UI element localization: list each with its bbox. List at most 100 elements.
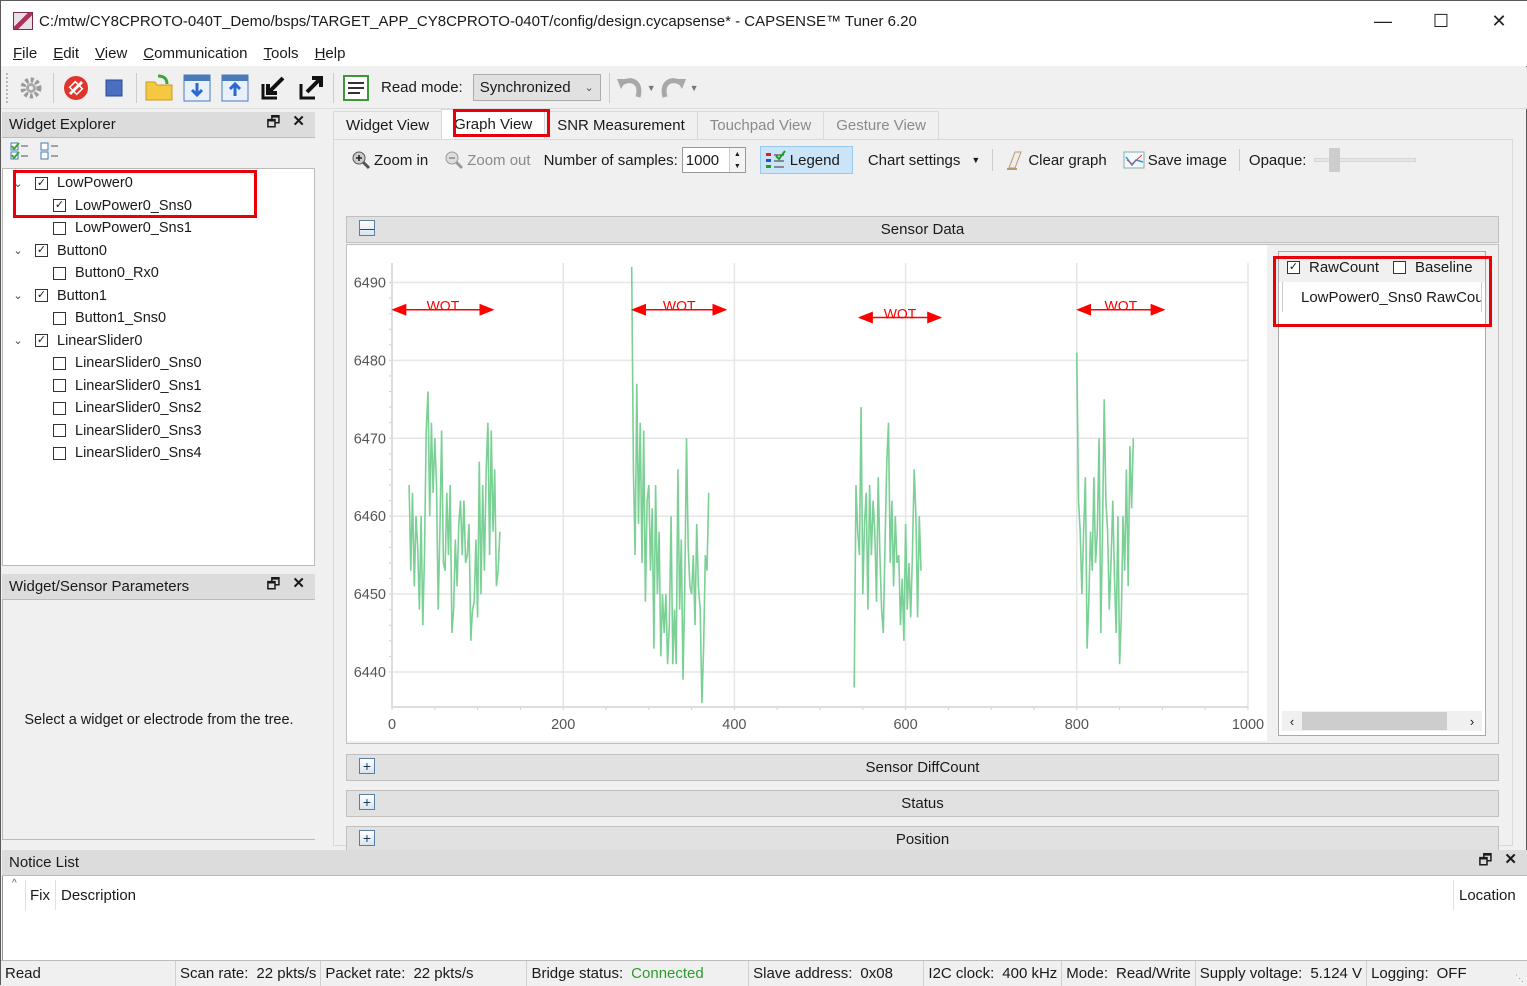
- close-icon[interactable]: ✕: [292, 574, 305, 599]
- menu-help[interactable]: Help: [307, 45, 354, 62]
- write-icon[interactable]: [218, 71, 252, 105]
- maximize-button[interactable]: ☐: [1412, 1, 1470, 41]
- float-icon[interactable]: 🗗: [1478, 850, 1492, 875]
- tree-item[interactable]: ⌄ ✓ LinearSlider0: [3, 330, 314, 353]
- samples-value[interactable]: 1000: [683, 148, 729, 172]
- expand-chevron-icon[interactable]: ⌄: [9, 334, 27, 347]
- tree-checkbox[interactable]: [53, 446, 66, 460]
- read-icon[interactable]: [180, 71, 214, 105]
- status-header[interactable]: + Status: [346, 790, 1499, 817]
- tab-touchpad-view[interactable]: Touchpad View: [696, 111, 825, 139]
- tree-checkbox[interactable]: ✓: [35, 244, 48, 258]
- stop-icon[interactable]: [97, 71, 131, 105]
- open-folder-icon[interactable]: [142, 71, 176, 105]
- tree-checkbox[interactable]: [53, 379, 66, 393]
- resize-grip-icon[interactable]: ⋱: [1515, 973, 1524, 984]
- position-header[interactable]: + Position: [346, 826, 1499, 853]
- tab-gesture-view[interactable]: Gesture View: [823, 111, 939, 139]
- expand-chevron-icon[interactable]: ⌄: [9, 244, 27, 257]
- legend-toggle-button[interactable]: Legend: [759, 146, 853, 174]
- tab-widget-view[interactable]: Widget View: [333, 111, 443, 139]
- tree-item[interactable]: LinearSlider0_Sns3: [3, 420, 314, 443]
- scroll-left-icon[interactable]: ‹: [1282, 714, 1302, 729]
- tree-checkbox[interactable]: [53, 221, 66, 235]
- toolbar-grip[interactable]: [6, 72, 12, 103]
- expand-icon[interactable]: +: [359, 830, 375, 846]
- tab-snr-measurement[interactable]: SNR Measurement: [544, 111, 698, 139]
- mode-value: Read/Write: [1112, 961, 1196, 986]
- menu-tools[interactable]: Tools: [256, 45, 307, 62]
- float-icon[interactable]: 🗗: [266, 574, 280, 599]
- check-all-icon[interactable]: [10, 141, 30, 165]
- close-button[interactable]: ✕: [1470, 1, 1527, 41]
- tree-item[interactable]: LinearSlider0_Sns0: [3, 352, 314, 375]
- tree-item[interactable]: Button1_Sns0: [3, 307, 314, 330]
- zoom-in-button[interactable]: Zoom in: [344, 146, 435, 174]
- tree-checkbox[interactable]: [53, 424, 66, 438]
- undo-dropdown-icon[interactable]: ▼: [647, 83, 656, 93]
- undo-icon[interactable]: [615, 71, 645, 105]
- float-icon[interactable]: 🗗: [266, 112, 280, 137]
- tree-checkbox[interactable]: [53, 356, 66, 370]
- tree-checkbox[interactable]: ✓: [35, 334, 48, 348]
- column-header-fix[interactable]: Fix: [30, 887, 50, 904]
- slave-address-value: 0x08: [856, 961, 925, 986]
- panel-title: Notice List: [9, 854, 80, 871]
- spin-down-icon[interactable]: ▼: [734, 163, 741, 170]
- tree-item[interactable]: Button0_Rx0: [3, 262, 314, 285]
- chart-settings-dropdown[interactable]: Chart settings ▼: [861, 146, 987, 174]
- import-icon[interactable]: [256, 71, 290, 105]
- y-tick-label: 6460: [354, 509, 386, 525]
- tree-item[interactable]: LinearSlider0_Sns2: [3, 397, 314, 420]
- opaque-slider[interactable]: [1314, 146, 1417, 174]
- wot-annotation-label: WOT: [427, 298, 460, 314]
- scroll-right-icon[interactable]: ›: [1462, 714, 1482, 729]
- tree-checkbox[interactable]: ✓: [35, 289, 48, 303]
- tree-item[interactable]: LinearSlider0_Sns1: [3, 375, 314, 398]
- tree-checkbox[interactable]: [53, 266, 66, 280]
- expand-chevron-icon[interactable]: ⌄: [9, 289, 27, 302]
- read-mode-select[interactable]: Synchronized ⌄: [472, 74, 601, 101]
- gear-icon[interactable]: [14, 71, 48, 105]
- save-image-button[interactable]: Save image: [1116, 146, 1234, 174]
- tree-checkbox[interactable]: [53, 311, 66, 325]
- diffcount-header[interactable]: + Sensor DiffCount: [346, 754, 1499, 781]
- menu-edit[interactable]: Edit: [45, 45, 87, 62]
- redo-dropdown-icon[interactable]: ▼: [690, 83, 699, 93]
- export-icon[interactable]: [294, 71, 328, 105]
- uncheck-all-icon[interactable]: [40, 141, 60, 165]
- close-icon[interactable]: ✕: [292, 112, 305, 137]
- spin-up-icon[interactable]: ▲: [734, 151, 741, 158]
- tree-item[interactable]: ⌄ ✓ Button1: [3, 285, 314, 308]
- main-area: Widget View Graph View SNR Measurement Touc…: [333, 109, 1513, 853]
- sort-up-icon[interactable]: ^: [12, 878, 17, 889]
- column-header-description[interactable]: Description: [61, 887, 136, 904]
- collapse-icon[interactable]: —: [359, 220, 375, 236]
- series-line-segment: [1076, 352, 1135, 665]
- section-title: Position: [895, 831, 950, 848]
- legend-hscrollbar[interactable]: ‹ ›: [1282, 711, 1482, 731]
- column-header-location[interactable]: Location: [1459, 887, 1516, 904]
- tree-checkbox[interactable]: [53, 401, 66, 415]
- menu-view[interactable]: View: [87, 45, 135, 62]
- expand-icon[interactable]: +: [359, 794, 375, 810]
- tree-item[interactable]: LowPower0_Sns1: [3, 217, 314, 240]
- tree-item-label: Button1: [57, 287, 107, 304]
- tree-item[interactable]: ⌄ ✓ Button0: [3, 240, 314, 263]
- scroll-thumb[interactable]: [1302, 712, 1447, 730]
- clear-graph-button[interactable]: Clear graph: [998, 146, 1113, 174]
- disconnect-icon[interactable]: [59, 71, 93, 105]
- opaque-slider-handle[interactable]: [1329, 148, 1341, 172]
- log-icon[interactable]: [339, 71, 373, 105]
- zoom-out-button[interactable]: Zoom out: [437, 146, 537, 174]
- close-icon[interactable]: ✕: [1504, 850, 1517, 875]
- sensor-data-header[interactable]: — Sensor Data: [346, 216, 1499, 243]
- redo-icon[interactable]: [658, 71, 688, 105]
- minimize-button[interactable]: —: [1354, 1, 1412, 41]
- samples-spinbox[interactable]: 1000 ▲ ▼: [681, 147, 746, 173]
- menu-file[interactable]: File: [5, 45, 45, 62]
- packet-rate-label: Packet rate:: [325, 965, 406, 982]
- menu-communication[interactable]: Communication: [135, 45, 255, 62]
- tree-item[interactable]: LinearSlider0_Sns4: [3, 442, 314, 465]
- expand-icon[interactable]: +: [359, 758, 375, 774]
